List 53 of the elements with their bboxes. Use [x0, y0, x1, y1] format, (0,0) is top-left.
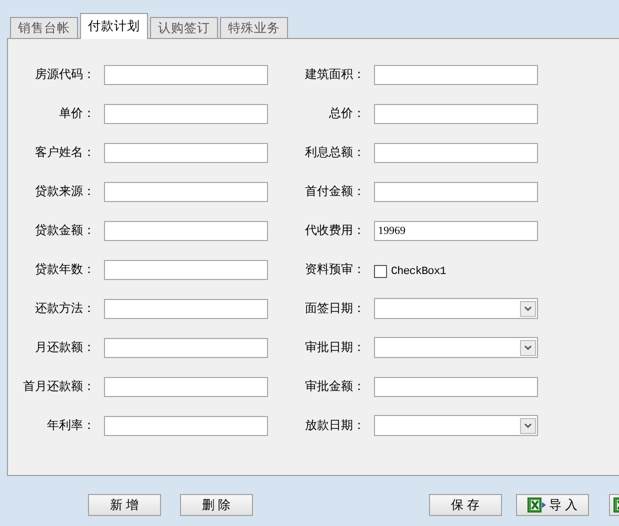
checkbox[interactable] [374, 265, 387, 278]
text-field[interactable] [104, 64, 268, 84]
field-label: 还款方法： [34, 300, 95, 317]
text-field[interactable] [374, 64, 538, 84]
chevron-down-icon [524, 306, 532, 311]
text-field[interactable] [104, 260, 268, 280]
field-label: 面签日期： [304, 300, 365, 317]
chevron-down-icon [524, 345, 532, 350]
field-label: 审批日期： [304, 339, 365, 356]
tab[interactable]: 付款计划 [80, 13, 148, 39]
field-label: 月还款额： [34, 339, 95, 356]
field-label: 利息总额： [304, 144, 365, 161]
field-label: 资料预审： [304, 261, 365, 278]
text-field[interactable] [104, 142, 268, 162]
dropdown-button[interactable] [520, 300, 536, 316]
field-label: 贷款金额： [34, 222, 95, 239]
field-label: 首月还款额： [22, 378, 95, 395]
text-field[interactable]: 19969 [374, 220, 538, 240]
tab[interactable]: 特殊业务 [220, 17, 288, 38]
dropdown-button[interactable] [520, 418, 536, 434]
checkbox-label: CheckBox1 [391, 266, 446, 278]
spreadsheet-icon [526, 497, 547, 513]
import-button[interactable]: 导 入 [516, 494, 589, 516]
field-label: 审批金额： [304, 378, 365, 395]
text-field[interactable] [374, 182, 538, 202]
text-field[interactable] [104, 298, 268, 318]
dropdown-button[interactable] [520, 340, 536, 356]
chevron-down-icon [524, 423, 532, 428]
action-button[interactable]: 保 存 [429, 494, 502, 516]
text-field[interactable] [374, 376, 538, 396]
text-field[interactable] [104, 104, 268, 124]
tab[interactable]: 销售台帐 [10, 17, 78, 38]
text-field[interactable] [104, 182, 268, 202]
field-label: 单价： [58, 105, 95, 122]
field-label: 放款日期： [304, 417, 365, 434]
tab[interactable]: 认购签订 [150, 17, 218, 38]
field-label: 首付金额： [304, 183, 365, 200]
text-field[interactable] [104, 376, 268, 396]
field-label: 年利率： [46, 417, 95, 434]
action-button[interactable]: 删 除 [180, 494, 253, 516]
text-field[interactable] [104, 338, 268, 358]
text-field[interactable] [374, 104, 538, 124]
field-label: 客户姓名： [34, 144, 95, 161]
field-label: 代收费用： [304, 222, 365, 239]
field-label: 贷款来源： [34, 183, 95, 200]
action-button[interactable]: 新 增 [88, 494, 161, 516]
field-label: 贷款年数： [34, 261, 95, 278]
field-label: 建筑面积： [304, 66, 365, 83]
field-label: 总价： [328, 105, 365, 122]
text-field[interactable] [104, 220, 268, 240]
text-field[interactable] [374, 142, 538, 162]
field-label: 房源代码： [34, 66, 95, 83]
text-field[interactable] [104, 416, 268, 436]
